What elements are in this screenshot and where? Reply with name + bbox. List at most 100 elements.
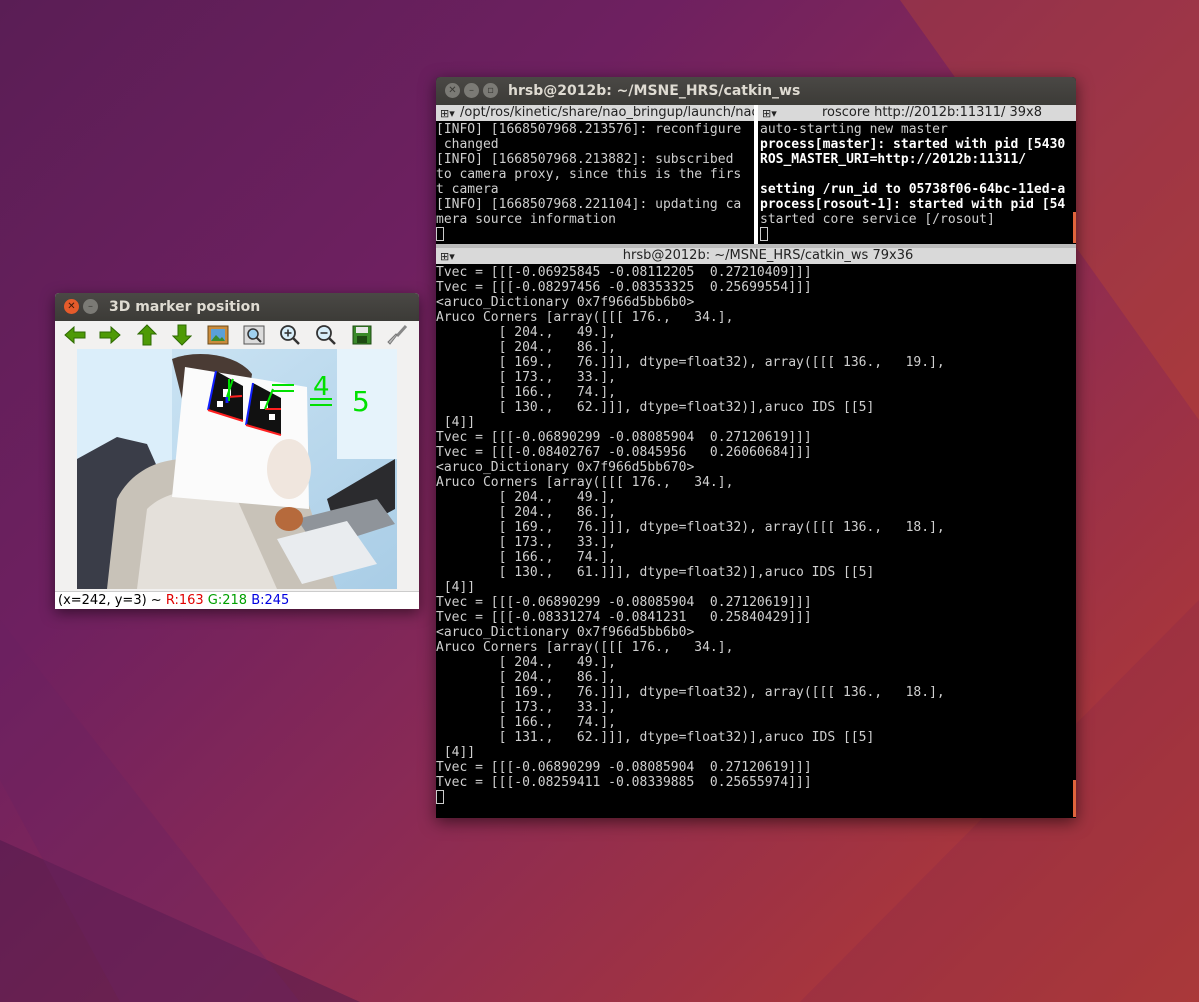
terminal-cursor bbox=[760, 227, 768, 241]
terminal-line: Tvec = [[[-0.08259411 -0.08339885 0.2565… bbox=[436, 775, 812, 790]
maximize-button[interactable]: ▫ bbox=[483, 83, 498, 98]
arrow-left-icon bbox=[64, 326, 86, 344]
terminal-line: Tvec = [[[-0.06890299 -0.08085904 0.2712… bbox=[436, 760, 812, 775]
terminal-line: <aruco_Dictionary 0x7f966d5bb6b0> bbox=[436, 295, 695, 310]
arrow-down-icon bbox=[172, 324, 192, 346]
terminal-line: t camera bbox=[436, 182, 499, 197]
terminal-line: [ 173., 33.], bbox=[436, 700, 617, 715]
viewer-titlebar[interactable]: ✕ – 3D marker position bbox=[55, 293, 419, 321]
pixel-coords: (x=242, y=3) ~ bbox=[58, 593, 166, 608]
terminal-line: <aruco_Dictionary 0x7f966d5bb6b0> bbox=[436, 625, 695, 640]
terminal-line: [ 204., 49.], bbox=[436, 325, 617, 340]
pane-tab-roscore[interactable]: ⊞▾ roscore http://2012b:11311/ 39x8 bbox=[758, 105, 1076, 121]
terminal-line: [ 204., 49.], bbox=[436, 490, 617, 505]
viewer-toolbar bbox=[55, 321, 419, 349]
terminal-line: process[master]: started with pid [5430 bbox=[760, 137, 1066, 152]
terminal-line: [ 169., 76.]]], dtype=float32), array([[… bbox=[436, 520, 945, 535]
scrollbar-roscore[interactable] bbox=[1073, 212, 1076, 243]
zoom-out-icon bbox=[316, 325, 336, 345]
terminal-line: Aruco Corners [array([[[ 176., 34.], bbox=[436, 310, 734, 325]
marker-label-4: 4 bbox=[313, 372, 330, 402]
terminal-pane-icon[interactable]: ⊞▾ bbox=[762, 106, 777, 121]
pan-right-button[interactable] bbox=[98, 324, 122, 346]
pane-roscore[interactable]: auto-starting new master process[master]:… bbox=[760, 122, 1074, 244]
terminal-window: ✕ – ▫ hrsb@2012b: ~/MSNE_HRS/catkin_ws ⊞… bbox=[436, 77, 1076, 818]
terminal-line: [ 173., 33.], bbox=[436, 370, 617, 385]
marker-label-5: 5 bbox=[352, 385, 370, 418]
close-button[interactable]: ✕ bbox=[64, 299, 79, 314]
image-viewer-window: ✕ – 3D marker position 4 5 (x=242, y=3) … bbox=[55, 293, 419, 609]
terminal-line: started core service [/rosout] bbox=[760, 212, 995, 227]
terminal-line: setting /run_id to 05738f06-64bc-11ed-a bbox=[760, 182, 1066, 197]
terminal-line: ROS_MASTER_URI=http://2012b:11311/ bbox=[760, 152, 1027, 167]
brush-icon bbox=[387, 324, 408, 345]
terminal-line: [4]] bbox=[436, 745, 476, 760]
terminal-titlebar[interactable]: ✕ – ▫ hrsb@2012b: ~/MSNE_HRS/catkin_ws bbox=[436, 77, 1076, 105]
pane-tab-catkin-ws[interactable]: ⊞▾ hrsb@2012b: ~/MSNE_HRS/catkin_ws 79x3… bbox=[436, 248, 1076, 264]
terminal-line: Aruco Corners [array([[[ 176., 34.], bbox=[436, 640, 734, 655]
arrow-right-icon bbox=[99, 326, 121, 344]
camera-frame: 4 5 bbox=[77, 349, 397, 589]
terminal-line: [ 204., 86.], bbox=[436, 670, 617, 685]
zoom-original-button[interactable] bbox=[206, 324, 230, 346]
terminal-line: [INFO] [1668507968.221104]: updating ca bbox=[436, 197, 742, 212]
terminal-line: Tvec = [[[-0.06890299 -0.08085904 0.2712… bbox=[436, 595, 812, 610]
terminal-line: <aruco_Dictionary 0x7f966d5bb670> bbox=[436, 460, 695, 475]
terminal-line: Tvec = [[[-0.06925845 -0.08112205 0.2721… bbox=[436, 265, 812, 280]
window-title: 3D marker position bbox=[109, 299, 261, 315]
terminal-line: [ 169., 76.]]], dtype=float32), array([[… bbox=[436, 685, 945, 700]
terminal-cursor bbox=[436, 227, 444, 241]
close-button[interactable]: ✕ bbox=[445, 83, 460, 98]
terminal-line: [INFO] [1668507968.213576]: reconfigure bbox=[436, 122, 742, 137]
terminal-line: [ 173., 33.], bbox=[436, 535, 617, 550]
zoom-fit-icon bbox=[243, 325, 265, 345]
terminal-line: [4]] bbox=[436, 415, 476, 430]
minimize-button[interactable]: – bbox=[464, 83, 479, 98]
terminal-line: changed bbox=[436, 137, 499, 152]
terminal-line: auto-starting new master bbox=[760, 122, 948, 137]
terminal-line: [ 166., 74.], bbox=[436, 550, 617, 565]
scrollbar-catkin-ws[interactable] bbox=[1073, 780, 1076, 817]
terminal-line: process[rosout-1]: started with pid [54 bbox=[760, 197, 1066, 212]
pan-down-button[interactable] bbox=[170, 324, 194, 346]
zoom-in-button[interactable] bbox=[278, 324, 302, 346]
pane-tab-nao-bringup[interactable]: ⊞▾ /opt/ros/kinetic/share/nao_bringup/la… bbox=[436, 105, 754, 121]
zoom-out-button[interactable] bbox=[314, 324, 338, 346]
pane-title: /opt/ros/kinetic/share/nao_bringup/launc… bbox=[460, 105, 754, 120]
terminal-pane-icon[interactable]: ⊞▾ bbox=[440, 106, 455, 121]
terminal-line: Tvec = [[[-0.06890299 -0.08085904 0.2712… bbox=[436, 430, 812, 445]
terminal-line: [ 204., 49.], bbox=[436, 655, 617, 670]
terminal-line: to camera proxy, since this is the firs bbox=[436, 167, 742, 182]
terminal-line: [INFO] [1668507968.213882]: subscribed bbox=[436, 152, 734, 167]
pixel-red: R:163 bbox=[165, 593, 204, 608]
terminal-line: [ 130., 61.]]], dtype=float32)],aruco ID… bbox=[436, 565, 875, 580]
arrow-up-icon bbox=[137, 324, 157, 346]
pane-title: hrsb@2012b: ~/MSNE_HRS/catkin_ws 79x36 bbox=[622, 248, 914, 263]
pane-splitter-vertical[interactable] bbox=[754, 105, 758, 244]
minimize-button[interactable]: – bbox=[83, 299, 98, 314]
terminal-pane-icon[interactable]: ⊞▾ bbox=[440, 249, 455, 264]
save-button[interactable] bbox=[350, 324, 374, 346]
pane-title: roscore http://2012b:11311/ 39x8 bbox=[822, 105, 1042, 120]
zoom-fit-button[interactable] bbox=[242, 324, 266, 346]
terminal-cursor bbox=[436, 790, 444, 804]
image-icon bbox=[207, 325, 229, 345]
pane-catkin-ws[interactable]: Tvec = [[[-0.06925845 -0.08112205 0.2721… bbox=[436, 265, 1072, 818]
terminal-line: Aruco Corners [array([[[ 176., 34.], bbox=[436, 475, 734, 490]
terminal-line: mera source information bbox=[436, 212, 617, 227]
terminal-line: Tvec = [[[-0.08402767 -0.0845956 0.26060… bbox=[436, 445, 812, 460]
pan-left-button[interactable] bbox=[63, 324, 87, 346]
pane-nao-bringup[interactable]: [INFO] [1668507968.213576]: reconfigure … bbox=[436, 122, 752, 244]
pixel-green: G:218 bbox=[207, 593, 248, 608]
terminal-line: Tvec = [[[-0.08331274 -0.0841231 0.25840… bbox=[436, 610, 812, 625]
terminal-line: [4]] bbox=[436, 580, 476, 595]
window-title: hrsb@2012b: ~/MSNE_HRS/catkin_ws bbox=[508, 83, 801, 99]
pan-up-button[interactable] bbox=[135, 324, 159, 346]
save-icon bbox=[352, 325, 372, 345]
terminal-line: [ 166., 74.], bbox=[436, 715, 617, 730]
camera-image[interactable]: 4 5 bbox=[77, 349, 397, 589]
terminal-line: Tvec = [[[-0.08297456 -0.08353325 0.2569… bbox=[436, 280, 812, 295]
terminal-line: [ 169., 76.]]], dtype=float32), array([[… bbox=[436, 355, 945, 370]
properties-button[interactable] bbox=[385, 324, 409, 346]
